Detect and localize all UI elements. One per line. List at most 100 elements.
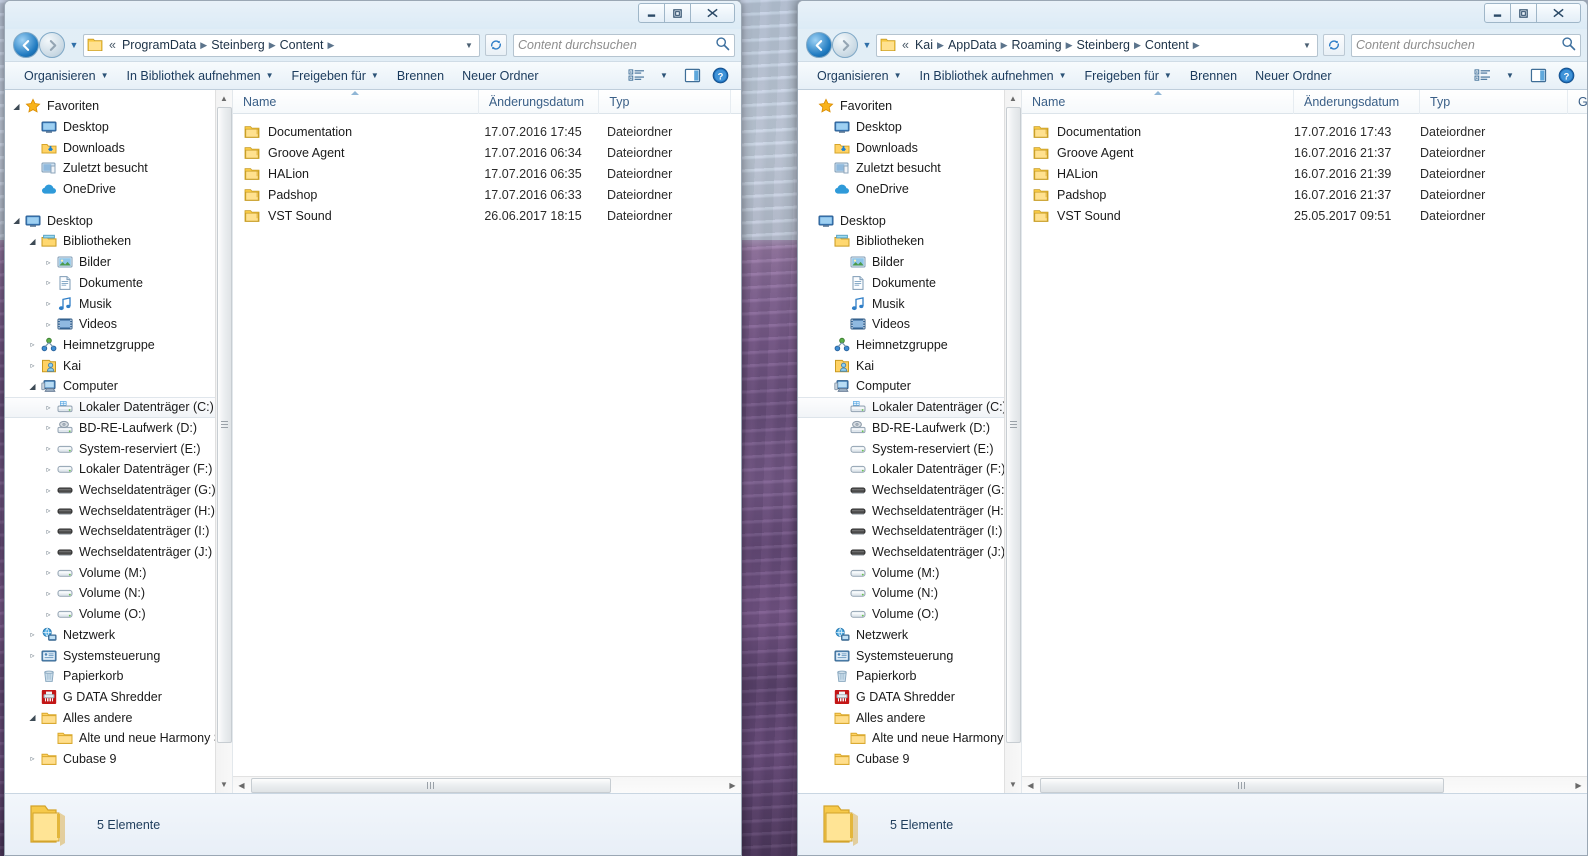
toolbar-item-freigeben-f-r[interactable]: Freigeben für ▼ [283, 65, 388, 87]
tree-item[interactable]: ▹ Systemsteuerung [5, 645, 232, 666]
scroll-thumb[interactable] [1005, 107, 1021, 743]
close-button[interactable] [690, 3, 735, 23]
forward-button[interactable] [39, 32, 65, 58]
back-button[interactable] [13, 32, 39, 58]
tree-item[interactable]: Computer [798, 376, 1021, 397]
tree-expander-closed[interactable]: ▹ [41, 320, 56, 329]
tree-item[interactable]: Musik [798, 293, 1021, 314]
toolbar-item-organisieren[interactable]: Organisieren ▼ [808, 65, 911, 87]
forward-button[interactable] [832, 32, 858, 58]
tree-item[interactable]: Wechseldatenträger (G:) [798, 480, 1021, 501]
tree-expander-closed[interactable]: ▹ [41, 568, 56, 577]
close-button[interactable] [1536, 3, 1581, 23]
history-dropdown-icon[interactable]: ▼ [67, 40, 81, 50]
tree-item[interactable]: Alte und neue Harmony Softwa [5, 728, 232, 749]
tree-item[interactable]: ▹ System-reserviert (E:) [5, 438, 232, 459]
tree-item[interactable]: OneDrive [798, 179, 1021, 200]
scroll-thumb[interactable] [216, 107, 232, 743]
tree-item[interactable]: Netzwerk [798, 625, 1021, 646]
breadcrumb-item[interactable]: Content [277, 37, 327, 53]
tree-item[interactable]: BD-RE-Laufwerk (D:) [798, 418, 1021, 439]
address-bar[interactable]: «ProgramData ▶ Steinberg ▶ Content ▶ ▼ [83, 33, 480, 57]
refresh-button[interactable] [1323, 34, 1345, 56]
file-row[interactable]: Groove Agent 16.07.2016 21:37 Dateiordne… [1022, 142, 1587, 163]
tree-expander-closed[interactable]: ▹ [25, 361, 40, 370]
tree-item[interactable]: Bibliotheken [798, 231, 1021, 252]
file-row[interactable]: Padshop 17.07.2016 06:33 Dateiordner [233, 184, 741, 205]
tree-expander-closed[interactable]: ▹ [41, 527, 56, 536]
tree-item[interactable]: ◢ Alles andere [5, 707, 232, 728]
view-options-dropdown[interactable]: ▼ [1497, 64, 1523, 87]
breadcrumb-overflow[interactable]: « [106, 37, 119, 53]
tree-item[interactable]: ◢ Computer [5, 376, 232, 397]
minimize-button[interactable] [638, 3, 665, 23]
tree-item[interactable]: Videos [798, 314, 1021, 335]
tree-expander-open[interactable]: ◢ [9, 102, 24, 111]
tree-item[interactable]: Volume (N:) [798, 583, 1021, 604]
column-header[interactable]: Name [233, 89, 479, 114]
hscroll-track[interactable] [250, 777, 724, 794]
tree-item[interactable]: Cubase 9 [798, 749, 1021, 770]
breadcrumb-separator[interactable]: ▶ [1065, 40, 1074, 51]
tree-item[interactable]: ▹ Wechseldatenträger (H:) [5, 500, 232, 521]
column-header[interactable]: Änderungsdatum [1294, 89, 1420, 114]
hscroll-thumb[interactable] [251, 777, 612, 793]
tree-item[interactable]: Downloads [5, 137, 232, 158]
tree-item[interactable]: Wechseldatenträger (J:) [798, 542, 1021, 563]
tree-item[interactable]: G DATA Shredder [798, 687, 1021, 708]
explorer-window-appdata[interactable]: ▼ «Kai ▶ AppData ▶ Roaming ▶ Steinberg ▶ Content… [797, 0, 1588, 856]
tree-expander-closed[interactable]: ▹ [25, 630, 40, 639]
tree-expander-closed[interactable]: ▹ [41, 486, 56, 495]
preview-pane-button[interactable] [679, 64, 705, 87]
tree-item[interactable]: Zuletzt besucht [798, 158, 1021, 179]
file-row[interactable]: Documentation 17.07.2016 17:45 Dateiordn… [233, 121, 741, 142]
tree-item[interactable]: ▹ Lokaler Datenträger (C:) [5, 396, 232, 418]
hscroll-thumb[interactable] [1040, 777, 1444, 793]
scroll-right-arrow[interactable]: ▶ [724, 777, 741, 794]
toolbar-item-in-bibliothek-aufnehmen[interactable]: In Bibliothek aufnehmen ▼ [118, 65, 283, 87]
tree-item[interactable]: ▹ Volume (N:) [5, 583, 232, 604]
breadcrumb-item[interactable]: Kai [912, 37, 936, 53]
address-bar[interactable]: «Kai ▶ AppData ▶ Roaming ▶ Steinberg ▶ Content ▶ … [876, 33, 1318, 57]
tree-expander-closed[interactable]: ▹ [41, 506, 56, 515]
tree-expander-closed[interactable]: ▹ [41, 589, 56, 598]
scroll-left-arrow[interactable]: ◀ [1022, 777, 1039, 794]
view-options-button[interactable] [623, 64, 649, 87]
tree-item[interactable]: ◢ Bibliotheken [5, 231, 232, 252]
file-list-hscrollbar[interactable]: ◀ ▶ [233, 776, 741, 793]
tree-item[interactable]: Systemsteuerung [798, 645, 1021, 666]
breadcrumb-separator[interactable]: ▶ [199, 40, 208, 51]
column-header[interactable] [731, 90, 741, 114]
tree-item[interactable]: ▹ Netzwerk [5, 625, 232, 646]
nav-pane-scrollbar[interactable]: ▲ ▼ [215, 90, 232, 793]
breadcrumb-separator[interactable]: ▶ [268, 40, 277, 51]
tree-expander-closed[interactable]: ▹ [41, 278, 56, 287]
tree-expander-open[interactable]: ◢ [9, 216, 24, 225]
help-button[interactable]: ? [707, 64, 733, 87]
toolbar-item-freigeben-f-r[interactable]: Freigeben für ▼ [1076, 65, 1181, 87]
tree-item[interactable]: ▹ Wechseldatenträger (J:) [5, 542, 232, 563]
maximize-button[interactable] [664, 3, 691, 23]
tree-item[interactable]: Dokumente [798, 273, 1021, 294]
breadcrumb-separator[interactable]: ▶ [1000, 40, 1009, 51]
tree-expander-open[interactable]: ◢ [25, 382, 40, 391]
tree-item[interactable]: ▹ Videos [5, 314, 232, 335]
search-input[interactable]: Content durchsuchen [1356, 38, 1561, 52]
scroll-track[interactable] [1005, 107, 1022, 776]
breadcrumb-separator[interactable]: ▶ [936, 40, 945, 51]
scroll-down-arrow[interactable]: ▼ [1005, 776, 1022, 793]
scroll-down-arrow[interactable]: ▼ [216, 776, 233, 793]
tree-expander-closed[interactable]: ▹ [41, 548, 56, 557]
history-dropdown-icon[interactable]: ▼ [860, 40, 874, 50]
tree-item[interactable]: Papierkorb [798, 666, 1021, 687]
tree-item[interactable]: System-reserviert (E:) [798, 438, 1021, 459]
back-button[interactable] [806, 32, 832, 58]
search-box[interactable]: Content durchsuchen [1351, 33, 1581, 57]
tree-item[interactable]: Wechseldatenträger (H:) [798, 500, 1021, 521]
toolbar-item-neuer-ordner[interactable]: Neuer Ordner [453, 65, 547, 87]
tree-expander-closed[interactable]: ▹ [41, 403, 56, 412]
tree-item[interactable]: ▹ Cubase 9 [5, 749, 232, 770]
column-header[interactable]: Name [1022, 89, 1294, 114]
tree-item[interactable]: Favoriten [798, 96, 1021, 117]
file-row[interactable]: Groove Agent 17.07.2016 06:34 Dateiordne… [233, 142, 741, 163]
